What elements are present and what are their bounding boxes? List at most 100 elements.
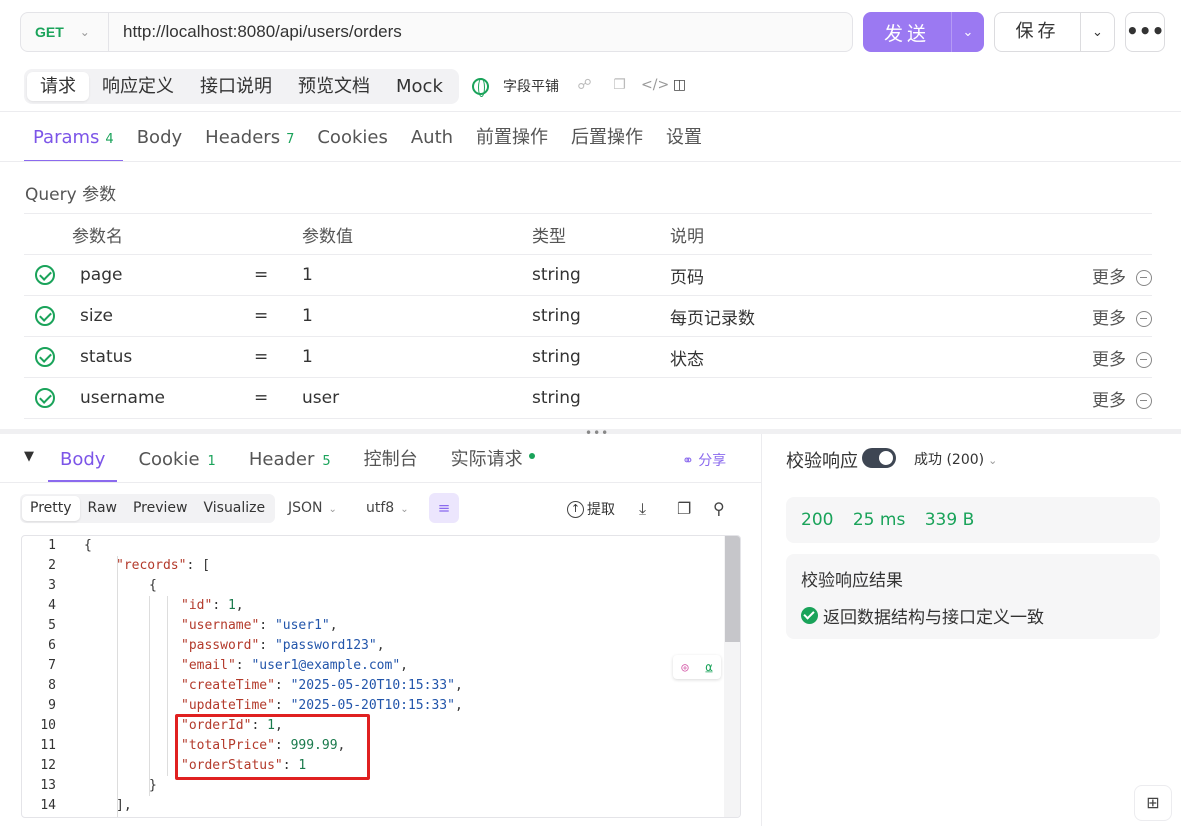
equals-sign: = [254,336,302,378]
copy-icon[interactable]: ❐ [611,77,628,94]
code-text: { [84,538,92,553]
tab-mock[interactable]: Mock [383,72,456,101]
param-value[interactable]: 1 [302,336,532,378]
format-select[interactable]: JSON ⌄ [288,500,337,516]
param-description[interactable]: 状态 [670,336,1070,378]
param-name[interactable]: size [72,295,254,337]
more-button[interactable]: 更多 [1092,268,1126,288]
tab-headers[interactable]: Headers 7 [196,114,303,162]
enabled-check-icon[interactable] [35,347,55,367]
share-button[interactable]: ⚭ 分享 [682,450,726,470]
chevron-down-icon: ⌄ [988,454,998,467]
remove-icon[interactable] [1136,392,1152,409]
format-pretty[interactable]: Pretty [22,496,80,521]
line-number: 14 [40,798,56,813]
tab-console[interactable]: 控制台 [352,438,430,482]
more-button[interactable]: 更多 [1092,309,1126,329]
param-description[interactable]: 页码 [670,254,1070,296]
param-name[interactable]: status [72,336,254,378]
param-type[interactable]: string [532,295,670,337]
tab-api-description[interactable]: 接口说明 [187,72,285,101]
response-body-editor[interactable]: 1 { 2 "records": [ 3 { 4 "id": 1, 5 "username… [21,535,741,818]
param-value[interactable]: 1 [302,254,532,296]
format-preview[interactable]: Preview [125,496,196,521]
tab-body[interactable]: Body [128,114,191,162]
enabled-check-icon[interactable] [35,388,55,408]
extract-button[interactable]: ↑ 提取 [567,499,615,519]
column-header-description: 说明 [670,213,1070,255]
enabled-check-icon[interactable] [35,306,55,326]
tab-response-header[interactable]: Header 5 [237,438,343,482]
tab-post-operations[interactable]: 后置操作 [562,114,652,162]
wrap-lines-icon[interactable]: ≡ [429,493,459,523]
divider [0,482,761,483]
format-visualize[interactable]: Visualize [195,496,273,521]
tab-actual-request[interactable]: 实际请求 [439,438,547,482]
layout-toggle-icon[interactable]: ⊞ [1134,785,1172,821]
tab-cookies[interactable]: Cookies [308,114,396,162]
search-icon[interactable]: ⚲ [713,499,725,518]
download-icon[interactable]: ⤓ [639,499,646,519]
tab-cookie-label: Cookie [138,449,200,470]
send-button[interactable]: 发送 ⌄ [863,12,984,52]
tab-response-definition[interactable]: 响应定义 [89,72,187,101]
tab-auth[interactable]: Auth [402,114,462,162]
tab-headers-label: Headers [205,127,281,148]
json-punct: : [259,618,275,633]
more-button[interactable]: 更多 [1092,391,1126,411]
tab-preview-docs[interactable]: 预览文档 [285,72,383,101]
table-row: status = 1 string 状态 更多 [24,336,1152,378]
save-button[interactable]: 保存 ⌄ [994,12,1115,52]
scrollbar-thumb[interactable] [725,536,740,642]
json-punct: , [329,618,338,633]
remove-icon[interactable] [1136,269,1152,286]
share-label: 分享 [698,453,727,469]
url-input[interactable] [109,13,852,51]
link-icon[interactable]: ☍ [576,77,593,94]
more-button[interactable]: 更多 [1092,350,1126,370]
validation-result-card: 校验响应结果 返回数据结构与接口定义一致 [786,554,1160,639]
param-name[interactable]: username [72,377,254,419]
line-number: 6 [48,638,56,653]
tab-params[interactable]: Params 4 [24,114,123,162]
response-stats: 200 25 ms 339 B [786,497,1160,543]
tab-request[interactable]: 请求 [27,72,89,101]
flatten-fields-toggle[interactable]: 字段平铺 [472,76,559,97]
panel-layout-icon[interactable]: ◫ [671,77,688,94]
table-row: size = 1 string 每页记录数 更多 [24,295,1152,337]
chevron-down-icon[interactable]: ⌄ [952,25,984,40]
more-options-button[interactable]: ••• [1125,12,1165,52]
param-type[interactable]: string [532,377,670,419]
indent-guide [167,596,168,776]
column-header-type: 类型 [532,213,670,255]
tab-response-cookie[interactable]: Cookie 1 [126,438,227,482]
method-select[interactable]: GET ⌄ [21,13,109,51]
validate-response-toggle[interactable] [862,448,896,468]
enabled-check-icon[interactable] [35,265,55,285]
tab-response-body[interactable]: Body [48,438,118,482]
remove-icon[interactable] [1136,310,1152,327]
share-icon: ⚭ [682,453,699,469]
param-type[interactable]: string [532,336,670,378]
param-name[interactable]: page [72,254,254,296]
tab-pre-operations[interactable]: 前置操作 [467,114,557,162]
validation-status-select[interactable]: 成功 (200) ⌄ [914,449,997,469]
inspect-icon[interactable]: ◎ [681,660,688,674]
chevron-down-icon[interactable]: ⌄ [1081,25,1114,40]
param-value[interactable]: 1 [302,295,532,337]
copy-icon[interactable]: ❐ [677,499,691,518]
code-icon[interactable]: </> [641,77,669,94]
collapse-chevron-icon[interactable]: ▼ [24,449,34,464]
format-raw[interactable]: Raw [80,496,125,521]
param-description[interactable] [670,377,1070,419]
arrow-up-circle-icon: ↑ [567,500,584,518]
remove-icon[interactable] [1136,351,1152,368]
param-type[interactable]: string [532,254,670,296]
param-value[interactable]: user [302,377,532,419]
align-icon[interactable]: ⍶ [705,660,712,674]
encoding-select[interactable]: utf8 ⌄ [366,500,409,516]
validation-result-text: 返回数据结构与接口定义一致 [823,608,1044,628]
param-description[interactable]: 每页记录数 [670,295,1070,337]
drag-handle-icon[interactable]: ••• [585,426,609,440]
tab-settings[interactable]: 设置 [657,114,711,162]
